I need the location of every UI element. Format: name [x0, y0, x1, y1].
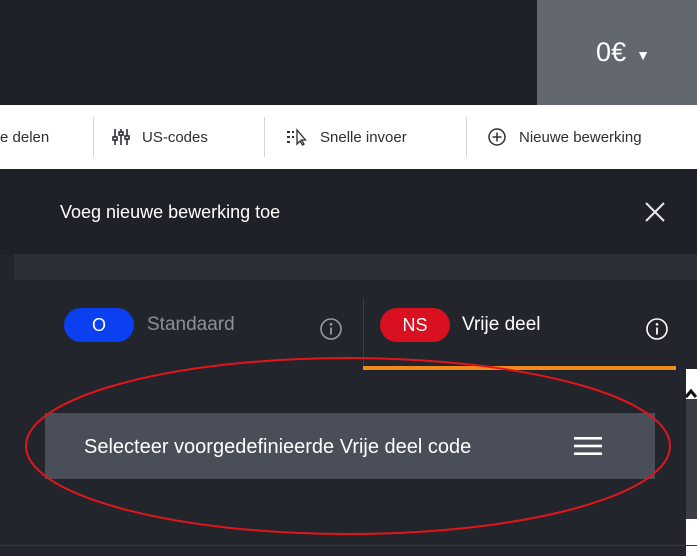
- new-operation-panel: Voeg nieuwe bewerking toe O Standaard NS…: [0, 169, 697, 556]
- toolbar-item-snelle-invoer[interactable]: Snelle invoer: [286, 105, 407, 169]
- toolbar-item-label: e delen: [0, 128, 50, 146]
- toolbar-item-nieuwe-bewerking[interactable]: Nieuwe bewerking: [487, 105, 642, 169]
- toolbar-item-delen[interactable]: e delen: [0, 105, 49, 169]
- tab-label: Standaard: [147, 314, 235, 335]
- info-icon[interactable]: [645, 317, 669, 341]
- scrollbar-thumb[interactable]: [686, 399, 697, 519]
- tab-divider: [363, 298, 364, 368]
- menu-icon: [574, 437, 602, 455]
- plus-circle-icon: [488, 128, 506, 146]
- sliders-icon: [112, 129, 130, 145]
- tab-badge: O: [64, 308, 134, 342]
- caret-down-icon: ▼: [636, 46, 650, 63]
- cart-total-dropdown[interactable]: 0€ ▼: [537, 0, 697, 105]
- toolbar-divider: [264, 117, 265, 157]
- quick-input-icon: [287, 128, 307, 146]
- toolbar-item-label: Snelle invoer: [320, 128, 407, 146]
- cart-total-value: 0€: [596, 37, 627, 67]
- toolbar-divider: [466, 117, 467, 157]
- tab-badge-text: NS: [402, 314, 428, 335]
- panel-header: Voeg nieuwe bewerking toe: [0, 169, 697, 254]
- tab-bar: O Standaard NS Vrije deel: [0, 280, 697, 372]
- toolbar-item-label: US-codes: [142, 128, 208, 146]
- toolbar-item-label: Nieuwe bewerking: [519, 128, 642, 146]
- select-predefined-code-button[interactable]: Selecteer voorgedefinieerde Vrije deel c…: [45, 413, 655, 479]
- select-button-label: Selecteer voorgedefinieerde Vrije deel c…: [84, 436, 472, 458]
- scroll-up-arrow-icon[interactable]: [684, 387, 697, 401]
- tab-badge: NS: [380, 308, 450, 342]
- tab-badge-text: O: [91, 314, 106, 335]
- panel-bottom-divider: [0, 545, 697, 546]
- info-icon[interactable]: [319, 317, 343, 341]
- toolbar: e delen US-codes Snelle invoer Nieuwe be…: [0, 105, 697, 169]
- close-icon[interactable]: [640, 197, 670, 227]
- active-tab-indicator: [363, 366, 676, 370]
- toolbar-item-us-codes[interactable]: US-codes: [112, 105, 208, 169]
- toolbar-divider: [93, 117, 94, 157]
- divider-strip: [14, 254, 697, 280]
- tab-label: Vrije deel: [462, 314, 541, 335]
- panel-title: Voeg nieuwe bewerking toe: [60, 202, 281, 222]
